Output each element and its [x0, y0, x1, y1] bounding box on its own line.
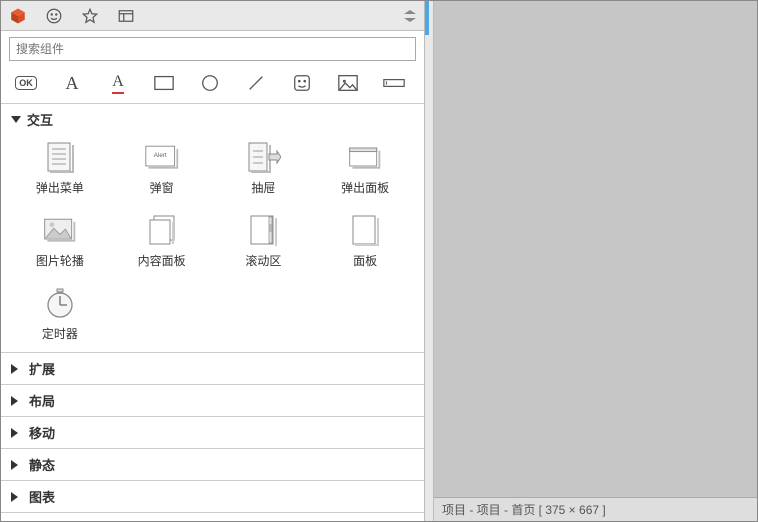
- sections-scroll[interactable]: 交互 弹出菜单 Alert 弹窗: [1, 103, 424, 521]
- quick-image[interactable]: [335, 73, 361, 93]
- drawer-icon: [245, 141, 281, 173]
- component-label: 滚动区: [245, 252, 281, 269]
- scroll-area-icon: [245, 214, 281, 246]
- component-carousel[interactable]: 图片轮播: [9, 214, 111, 269]
- canvas-body[interactable]: [434, 1, 757, 497]
- quick-text[interactable]: A: [59, 73, 85, 93]
- section-mobile: 移动: [1, 416, 424, 448]
- search-input[interactable]: [9, 37, 416, 61]
- template-icon[interactable]: [115, 5, 137, 27]
- section-header-annotate[interactable]: 批注: [1, 513, 424, 521]
- section-header-interaction[interactable]: 交互: [1, 104, 424, 135]
- canvas-area: 项目 - 项目 - 首页 [ 375 × 667 ]: [434, 1, 757, 521]
- section-header-chart[interactable]: 图表: [1, 481, 424, 512]
- quick-text-underline[interactable]: A: [105, 73, 131, 93]
- search-wrap: [1, 31, 424, 65]
- quick-text-underline-label: A: [112, 73, 124, 94]
- component-popup-panel[interactable]: 弹出面板: [314, 141, 416, 196]
- chevron-right-icon: [11, 428, 23, 438]
- popup-menu-icon: [42, 141, 78, 173]
- component-label: 弹出面板: [341, 179, 389, 196]
- section-extend: 扩展: [1, 352, 424, 384]
- section-header-static[interactable]: 静态: [1, 449, 424, 480]
- popup-panel-icon: [347, 141, 383, 173]
- component-label: 图片轮播: [36, 252, 84, 269]
- quick-rect[interactable]: [151, 73, 177, 93]
- quick-toolbar: OK A A: [1, 65, 424, 103]
- component-drawer[interactable]: 抽屉: [213, 141, 315, 196]
- section-static: 静态: [1, 448, 424, 480]
- section-body-interaction: 弹出菜单 Alert 弹窗 抽屉: [1, 135, 424, 352]
- section-title: 交互: [27, 110, 53, 129]
- section-header-extend[interactable]: 扩展: [1, 353, 424, 384]
- chevron-right-icon: [11, 460, 23, 470]
- topbar: [1, 1, 424, 31]
- panel-icon: [347, 214, 383, 246]
- component-label: 内容面板: [138, 252, 186, 269]
- component-label: 面板: [353, 252, 377, 269]
- quick-line[interactable]: [243, 73, 269, 93]
- chevron-right-icon: [11, 396, 23, 406]
- section-title: 批注: [29, 519, 55, 521]
- component-scroll-area[interactable]: 滚动区: [213, 214, 315, 269]
- quick-input[interactable]: [381, 73, 407, 93]
- cube-icon[interactable]: [7, 5, 29, 27]
- collapse-toggle-icon[interactable]: [402, 8, 418, 24]
- component-popup-menu[interactable]: 弹出菜单: [9, 141, 111, 196]
- component-content-panel[interactable]: 内容面板: [111, 214, 213, 269]
- star-icon[interactable]: [79, 5, 101, 27]
- chevron-right-icon: [11, 364, 23, 374]
- section-title: 移动: [29, 423, 55, 442]
- status-text: 项目 - 项目 - 首页 [ 375 × 667 ]: [442, 501, 606, 518]
- carousel-icon: [42, 214, 78, 246]
- dialog-icon: Alert: [144, 141, 180, 173]
- chevron-right-icon: [11, 492, 23, 502]
- component-dialog[interactable]: Alert 弹窗: [111, 141, 213, 196]
- section-title: 静态: [29, 455, 55, 474]
- section-annotate: 批注: [1, 512, 424, 521]
- vertical-divider[interactable]: [425, 1, 434, 521]
- left-panel: OK A A 交互 弹出菜单: [1, 1, 425, 521]
- component-label: 抽屉: [251, 179, 275, 196]
- quick-smiley[interactable]: [289, 73, 315, 93]
- section-layout: 布局: [1, 384, 424, 416]
- ok-label: OK: [15, 76, 37, 90]
- section-interaction: 交互 弹出菜单 Alert 弹窗: [1, 103, 424, 352]
- section-title: 图表: [29, 487, 55, 506]
- component-label: 定时器: [42, 325, 78, 342]
- section-title: 布局: [29, 391, 55, 410]
- content-panel-icon: [144, 214, 180, 246]
- section-title: 扩展: [29, 359, 55, 378]
- alert-text: Alert: [153, 152, 166, 159]
- component-label: 弹窗: [150, 179, 174, 196]
- section-header-mobile[interactable]: 移动: [1, 417, 424, 448]
- component-panel[interactable]: 面板: [314, 214, 416, 269]
- smiley-icon[interactable]: [43, 5, 65, 27]
- component-label: 弹出菜单: [36, 179, 84, 196]
- timer-icon: [42, 287, 78, 319]
- section-chart: 图表: [1, 480, 424, 512]
- component-timer[interactable]: 定时器: [9, 287, 111, 342]
- section-header-layout[interactable]: 布局: [1, 385, 424, 416]
- app-window: OK A A 交互 弹出菜单: [0, 0, 758, 522]
- status-bar: 项目 - 项目 - 首页 [ 375 × 667 ]: [434, 497, 757, 521]
- chevron-down-icon: [11, 116, 21, 123]
- quick-button[interactable]: OK: [13, 73, 39, 93]
- quick-circle[interactable]: [197, 73, 223, 93]
